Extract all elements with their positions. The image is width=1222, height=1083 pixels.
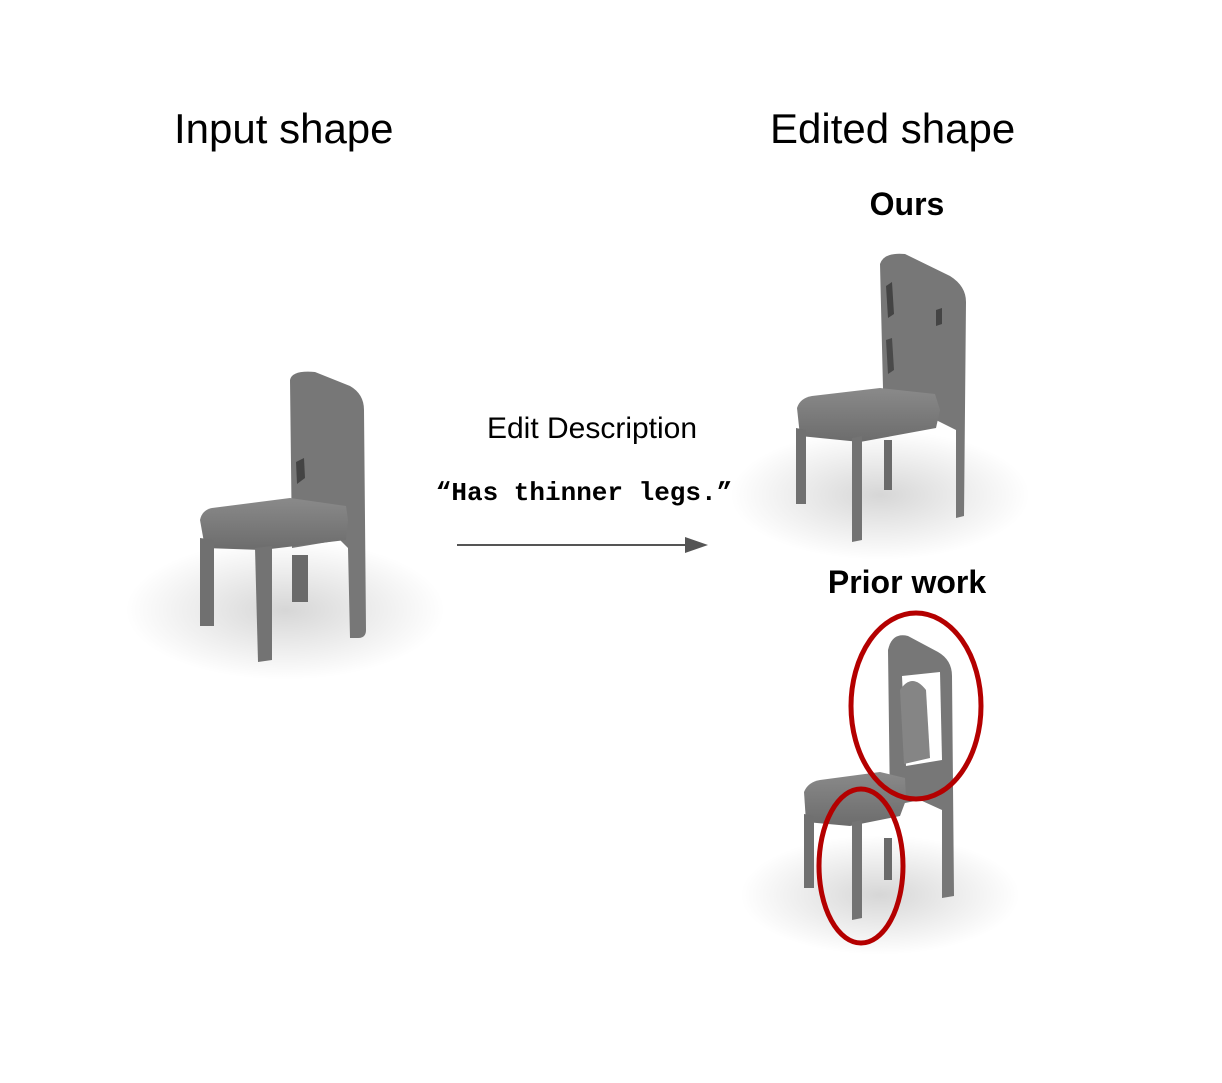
- prior-work-label: Prior work: [827, 564, 987, 600]
- prior-chair-front-leg-left: [804, 814, 814, 888]
- prior-chair-seat: [804, 772, 906, 826]
- input-shape-header: Input shape: [174, 105, 394, 152]
- figure-canvas: [125, 253, 1030, 955]
- edit-description-text: “Has thinner legs.”: [435, 478, 733, 508]
- ours-label: Ours: [869, 186, 945, 222]
- ours-chair-defect-right: [936, 308, 942, 326]
- input-chair-shadow: [125, 540, 445, 680]
- edit-description-label: Edit Description: [486, 412, 698, 445]
- edit-arrow: [457, 537, 708, 553]
- prior-chair-backrest-blob: [900, 681, 930, 764]
- prior-chair-back-leg: [884, 838, 892, 880]
- figure: Input shape Edited shape Ours Prior work…: [0, 0, 1222, 1078]
- edit-arrow-head: [685, 537, 708, 553]
- ours-chair: [730, 253, 1030, 560]
- prior-chair-front-leg-right: [852, 820, 862, 920]
- edited-shape-header: Edited shape: [770, 105, 1016, 152]
